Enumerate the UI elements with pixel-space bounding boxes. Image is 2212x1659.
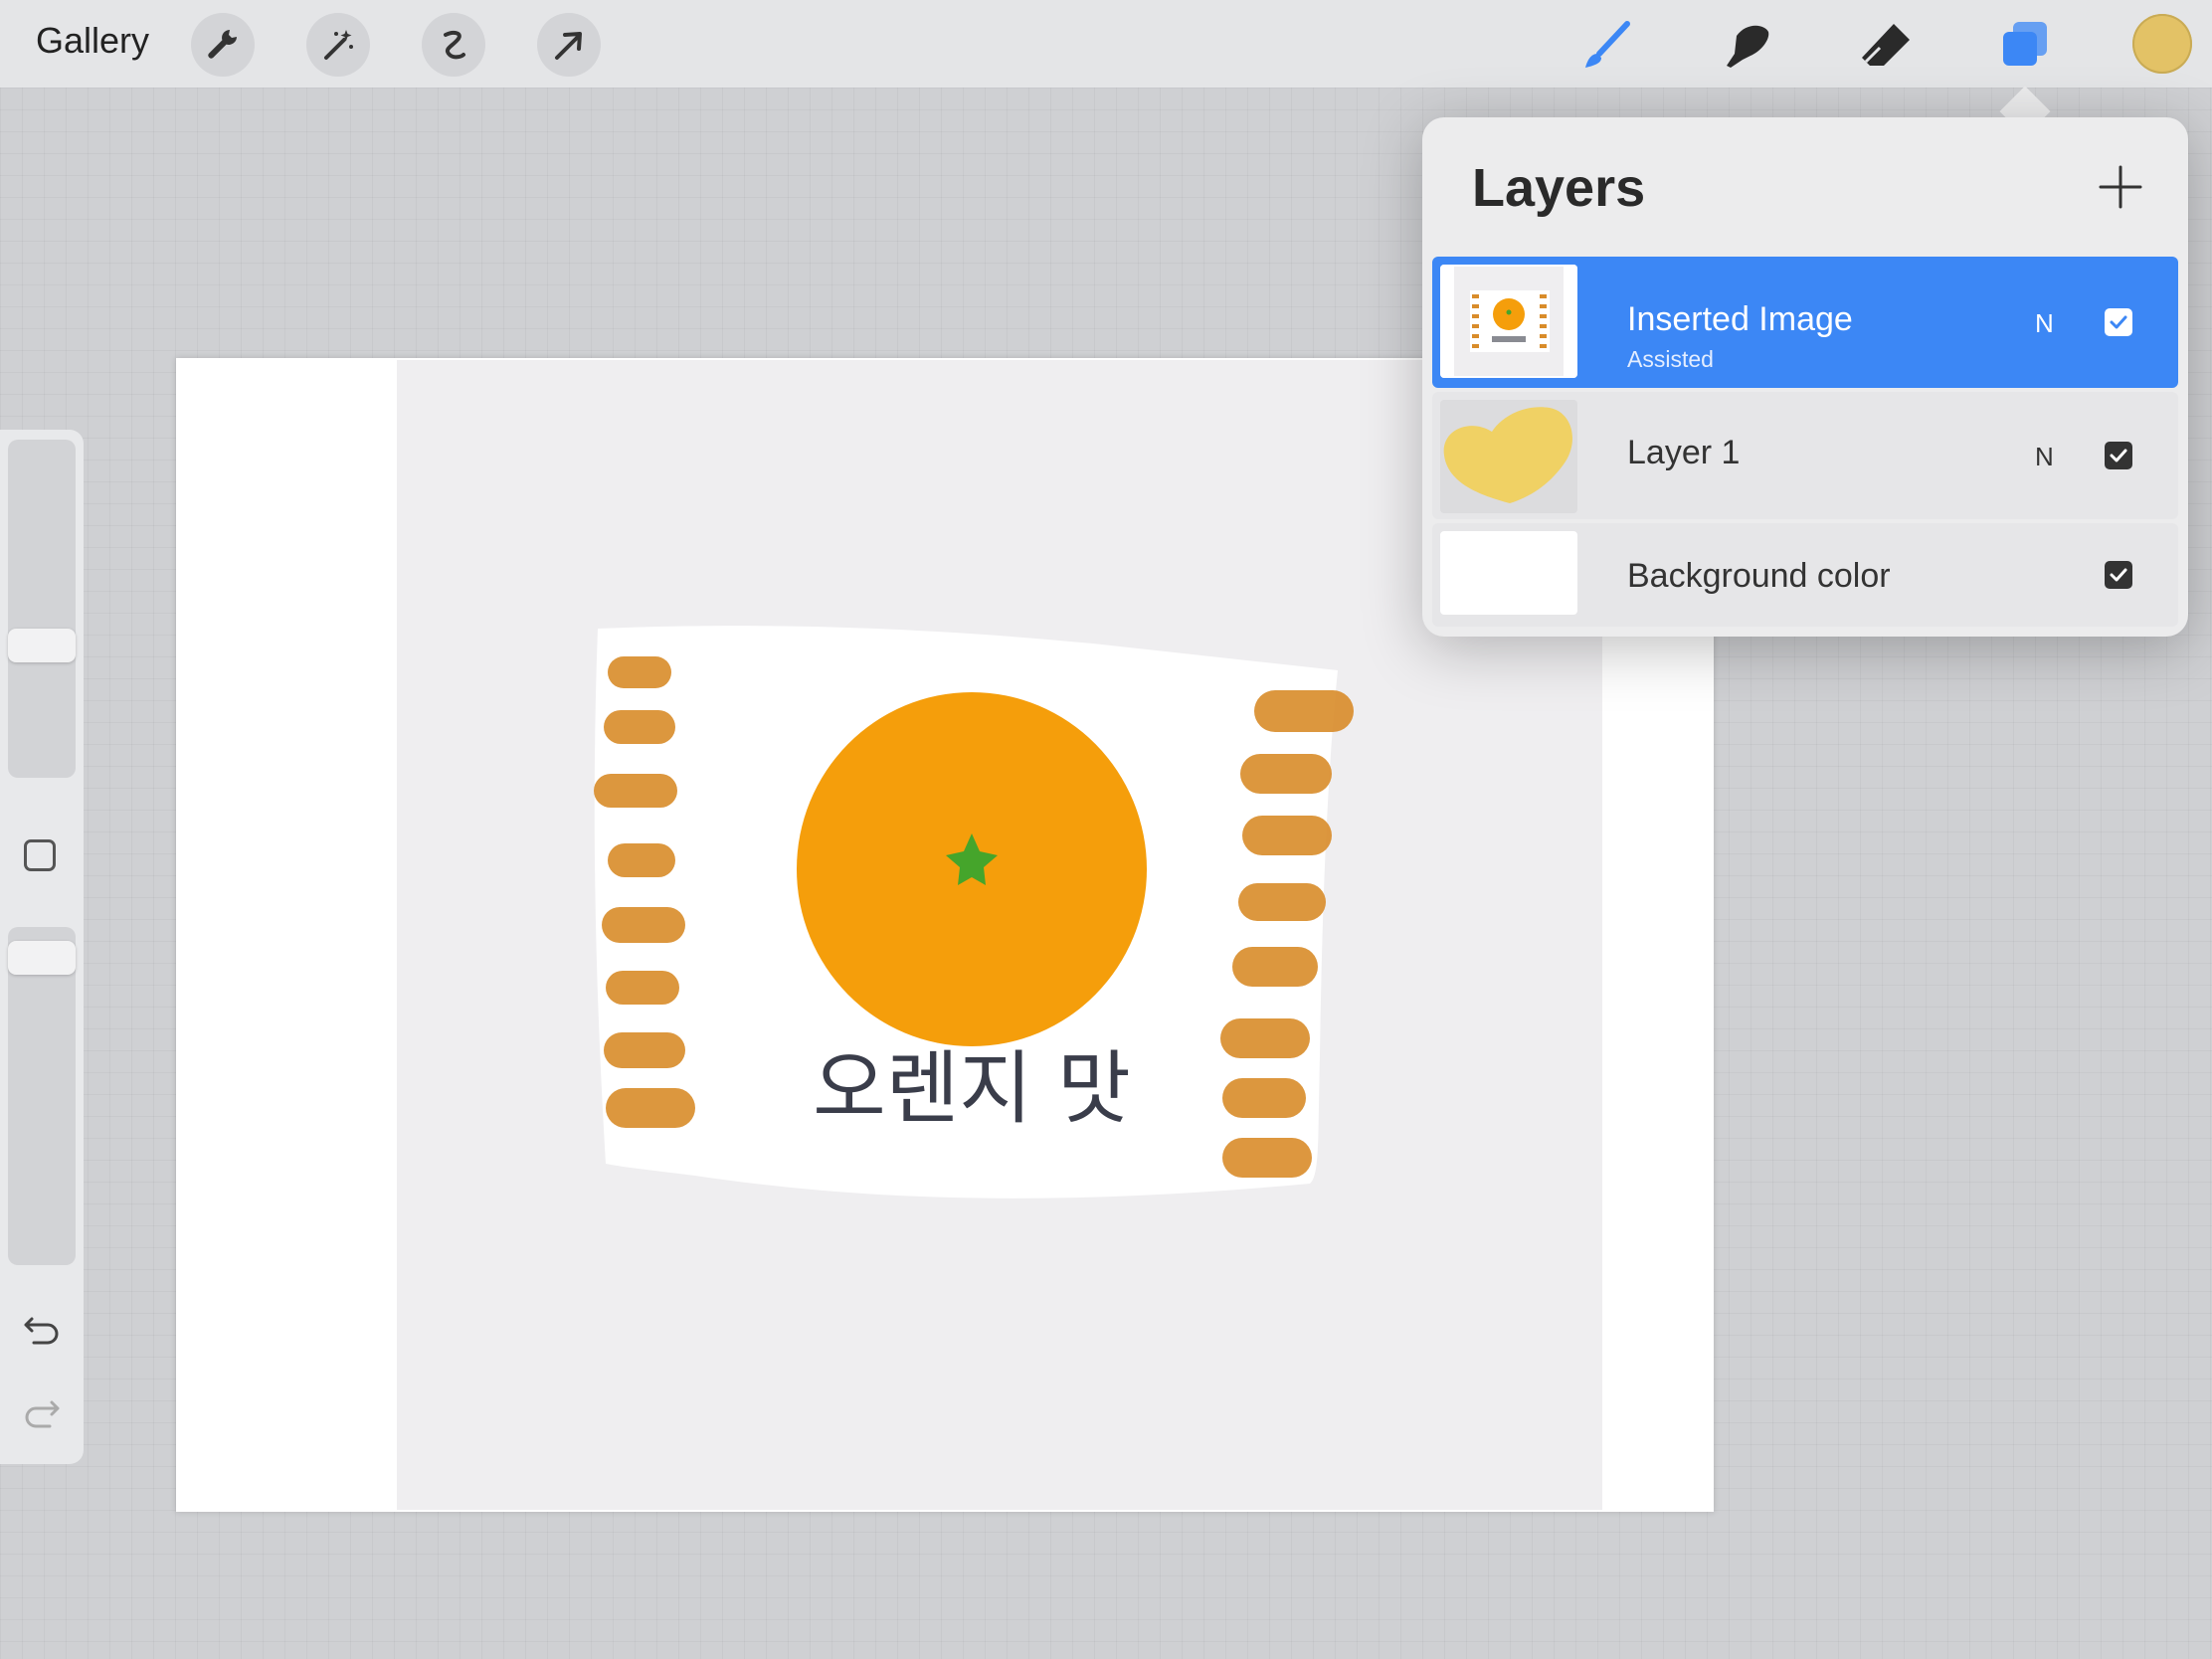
undo-icon[interactable]: [20, 1305, 64, 1349]
checkmark-icon: [2110, 568, 2127, 582]
checkmark-icon: [2110, 449, 2127, 462]
layer-name: Background color: [1627, 557, 1891, 595]
layer-visibility-checkbox[interactable]: [2105, 442, 2132, 469]
heart-shape: [1443, 407, 1572, 503]
layer-thumbnail: [1440, 400, 1577, 513]
layers-panel: Layers Inserted Image Assisted N Layer 1…: [1422, 117, 2188, 637]
blend-mode-button[interactable]: N: [2035, 442, 2054, 472]
layer-name: Inserted Image: [1627, 300, 1853, 338]
layer-visibility-checkbox[interactable]: [2105, 308, 2132, 336]
layer-visibility-checkbox[interactable]: [2105, 561, 2132, 589]
layer-subtitle: Assisted: [1627, 346, 1714, 372]
color-picker-swatch[interactable]: [2132, 14, 2192, 74]
redo-icon[interactable]: [20, 1388, 64, 1432]
add-layer-icon[interactable]: [2095, 161, 2146, 213]
layer-row-layer-1[interactable]: Layer 1 N: [1432, 392, 2178, 519]
opacity-slider[interactable]: [8, 927, 76, 1265]
left-sidebar: [0, 430, 84, 1464]
checkmark-icon: [2110, 315, 2127, 329]
top-toolbar: Gallery: [0, 0, 2212, 88]
brush-size-thumb[interactable]: [8, 629, 76, 662]
layer-row-background-color[interactable]: Background color: [1432, 523, 2178, 627]
transform-arrow-icon[interactable]: [537, 13, 601, 77]
smudge-icon[interactable]: [1715, 14, 1778, 78]
modify-button[interactable]: [24, 839, 56, 871]
blend-mode-button[interactable]: N: [2035, 308, 2054, 339]
opacity-thumb[interactable]: [8, 941, 76, 975]
brush-size-slider[interactable]: [8, 440, 76, 778]
eraser-icon[interactable]: [1854, 14, 1918, 78]
wrench-icon[interactable]: [191, 13, 255, 77]
selection-icon[interactable]: [422, 13, 485, 77]
background-color-swatch[interactable]: [1440, 531, 1577, 615]
layer-thumbnail: [1440, 265, 1577, 378]
layers-icon[interactable]: [1993, 14, 2057, 78]
magic-wand-icon[interactable]: [306, 13, 370, 77]
gallery-button[interactable]: Gallery: [36, 20, 149, 62]
layers-panel-title: Layers: [1472, 158, 1646, 218]
layer-row-inserted-image[interactable]: Inserted Image Assisted N: [1432, 257, 2178, 388]
brush-icon[interactable]: [1575, 14, 1639, 78]
layer-name: Layer 1: [1627, 434, 1741, 471]
artwork-text: 오렌지 맛: [813, 1042, 1131, 1135]
